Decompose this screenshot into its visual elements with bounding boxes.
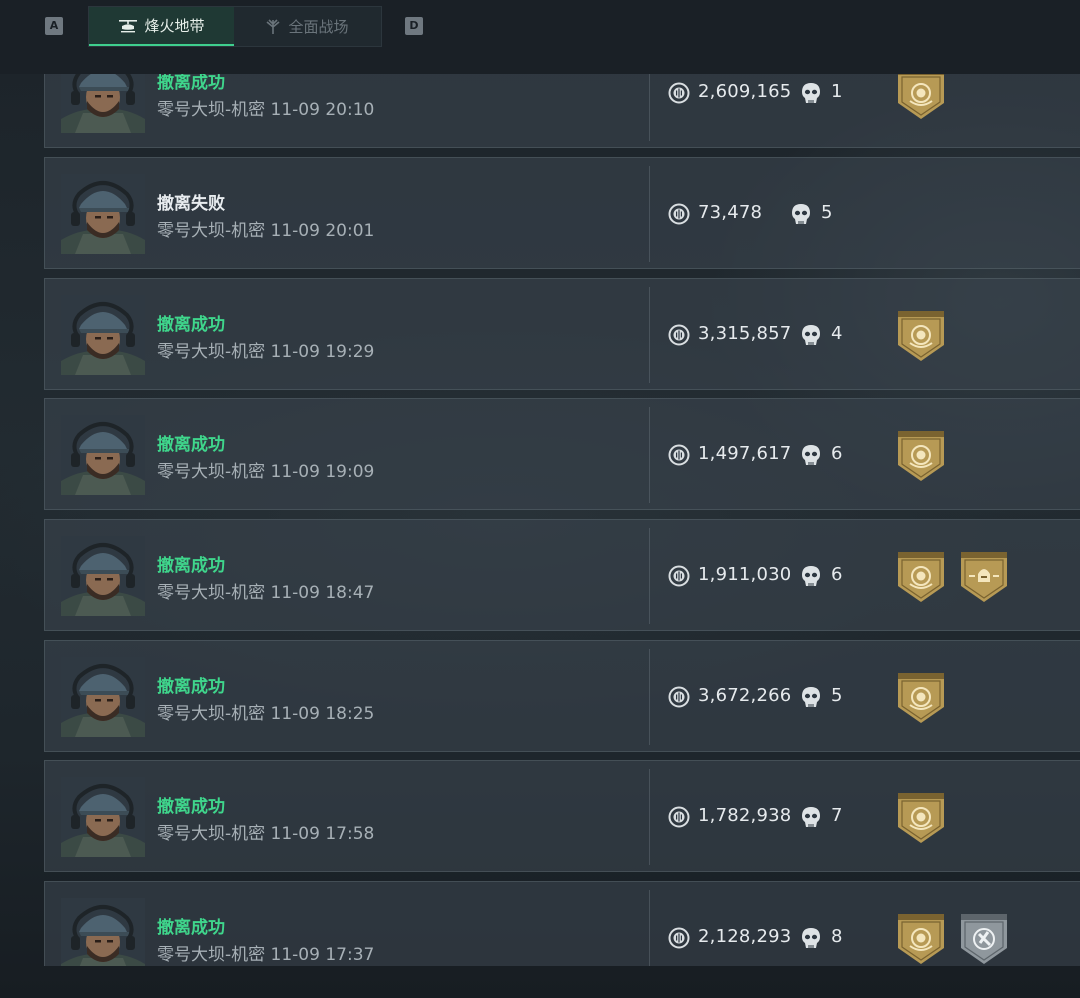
row-divider [649, 407, 650, 503]
extraction-status: 撤离成功 [157, 435, 225, 455]
kill-count: 4 [831, 323, 843, 344]
operator-avatar [61, 898, 145, 966]
map-and-time: 零号大坝-机密 11-09 19:29 [157, 342, 375, 362]
skull-icon [800, 323, 822, 347]
match-record-row[interactable]: 撤离成功 零号大坝-机密 11-09 19:29 3,315,857 4 [44, 278, 1080, 390]
kill-count: 6 [831, 443, 843, 464]
coin-icon [668, 324, 690, 346]
kill-count: 7 [831, 805, 843, 826]
map-and-time: 零号大坝-机密 11-09 17:58 [157, 824, 375, 844]
operator-avatar [61, 415, 145, 495]
gold-helmet-badge-icon[interactable] [959, 550, 1009, 604]
gold-crest-badge-icon[interactable] [896, 791, 946, 845]
coin-icon [668, 806, 690, 828]
operator-avatar [61, 74, 145, 133]
row-divider [649, 166, 650, 262]
map-and-time: 零号大坝-机密 11-09 19:09 [157, 462, 375, 482]
kill-count: 8 [831, 926, 843, 947]
skull-icon [800, 805, 822, 829]
row-divider [649, 890, 650, 966]
extraction-status: 撤离成功 [157, 677, 225, 697]
extraction-status: 撤离成功 [157, 797, 225, 817]
gold-crest-badge-icon[interactable] [896, 309, 946, 363]
skull-icon [800, 443, 822, 467]
gold-crest-badge-icon[interactable] [896, 671, 946, 725]
kill-count: 5 [831, 685, 843, 706]
gold-crest-badge-icon[interactable] [896, 550, 946, 604]
tab-battlefield[interactable]: 全面战场 [234, 7, 379, 46]
coin-icon [668, 927, 690, 949]
match-record-row[interactable]: 撤离成功 零号大坝-机密 11-09 20:10 2,609,165 1 [44, 74, 1080, 148]
extraction-status: 撤离成功 [157, 74, 225, 93]
gold-crest-badge-icon[interactable] [896, 912, 946, 966]
coin-icon [668, 686, 690, 708]
operator-avatar [61, 174, 145, 254]
kill-count: 1 [831, 81, 843, 102]
row-divider [649, 287, 650, 383]
loot-value: 1,497,617 [698, 443, 792, 464]
skull-icon [800, 564, 822, 588]
coin-icon [668, 203, 690, 225]
map-and-time: 零号大坝-机密 11-09 18:47 [157, 583, 375, 603]
loot-value: 1,782,938 [698, 805, 792, 826]
map-and-time: 零号大坝-机密 11-09 20:01 [157, 221, 375, 241]
kill-count: 6 [831, 564, 843, 585]
match-record-row[interactable]: 撤离成功 零号大坝-机密 11-09 17:58 1,782,938 7 [44, 760, 1080, 872]
operator-avatar [61, 777, 145, 857]
match-history-list[interactable]: 撤离成功 零号大坝-机密 11-09 20:10 2,609,165 1 撤离失… [44, 74, 1080, 966]
extraction-status: 撤离成功 [157, 315, 225, 335]
operator-avatar [61, 295, 145, 375]
loot-value: 1,911,030 [698, 564, 792, 585]
map-and-time: 零号大坝-机密 11-09 20:10 [157, 100, 375, 120]
gold-crest-badge-icon[interactable] [896, 429, 946, 483]
skull-icon [800, 926, 822, 950]
operator-avatar [61, 657, 145, 737]
key-hint-right[interactable]: D [405, 17, 423, 35]
row-divider [649, 74, 650, 141]
loot-value: 3,315,857 [698, 323, 792, 344]
mode-tabs: 烽火地带 全面战场 [88, 6, 382, 47]
loot-value: 3,672,266 [698, 685, 792, 706]
row-divider [649, 528, 650, 624]
operator-avatar [61, 536, 145, 616]
match-record-row[interactable]: 撤离成功 零号大坝-机密 11-09 18:47 1,911,030 6 [44, 519, 1080, 631]
tab-warzone[interactable]: 烽火地带 [89, 7, 234, 46]
match-record-row[interactable]: 撤离成功 零号大坝-机密 11-09 18:25 3,672,266 5 [44, 640, 1080, 752]
battlefield-icon [264, 18, 282, 35]
coin-icon [668, 565, 690, 587]
top-bar: A 烽火地带 全面战场 D [0, 0, 1080, 74]
coin-icon [668, 82, 690, 104]
skull-icon [800, 685, 822, 709]
map-and-time: 零号大坝-机密 11-09 18:25 [157, 704, 375, 724]
silver-medic-badge-icon[interactable] [959, 912, 1009, 966]
gold-crest-badge-icon[interactable] [896, 74, 946, 121]
kill-count: 5 [821, 202, 833, 223]
skull-icon [800, 81, 822, 105]
extraction-status: 撤离失败 [157, 194, 225, 214]
extraction-status: 撤离成功 [157, 556, 225, 576]
loot-value: 73,478 [698, 202, 763, 223]
match-record-row[interactable]: 撤离成功 零号大坝-机密 11-09 19:09 1,497,617 6 [44, 398, 1080, 510]
loot-value: 2,609,165 [698, 81, 792, 102]
match-record-row[interactable]: 撤离成功 零号大坝-机密 11-09 17:37 2,128,293 8 [44, 881, 1080, 966]
helicopter-icon [118, 18, 138, 34]
match-record-row[interactable]: 撤离失败 零号大坝-机密 11-09 20:01 73,478 5 [44, 157, 1080, 269]
extraction-status: 撤离成功 [157, 918, 225, 938]
tab-warzone-label: 烽火地带 [144, 17, 205, 35]
tab-battlefield-label: 全面战场 [288, 18, 349, 36]
row-divider [649, 769, 650, 865]
key-hint-left[interactable]: A [45, 17, 63, 35]
skull-icon [790, 202, 812, 226]
loot-value: 2,128,293 [698, 926, 792, 947]
map-and-time: 零号大坝-机密 11-09 17:37 [157, 945, 375, 965]
row-divider [649, 649, 650, 745]
coin-icon [668, 444, 690, 466]
